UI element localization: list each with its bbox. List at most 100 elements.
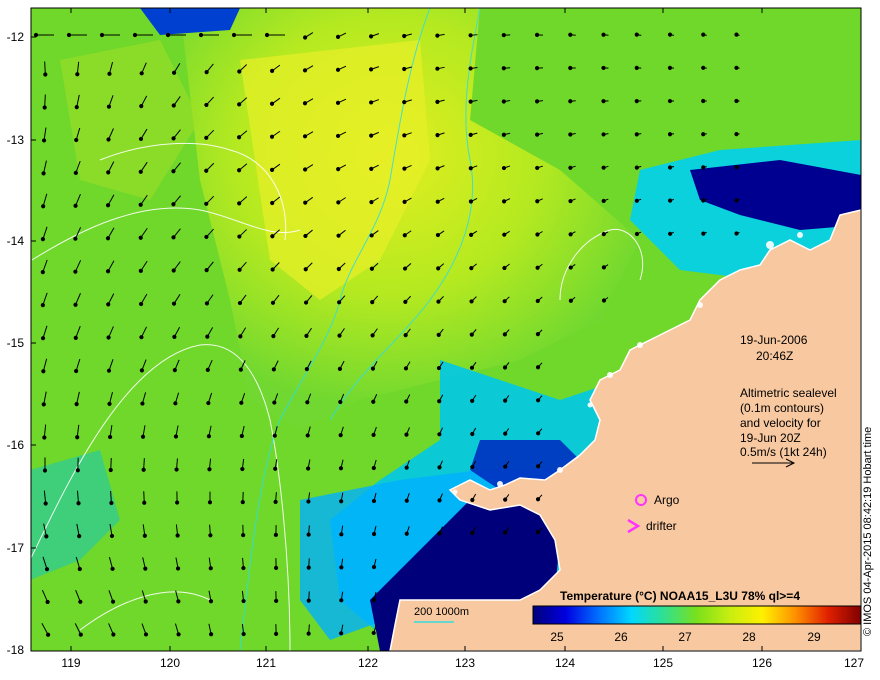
velocity-vector-head bbox=[403, 366, 409, 371]
velocity-vector-head bbox=[402, 233, 407, 238]
velocity-vector-head bbox=[470, 530, 475, 536]
velocity-vector-head bbox=[435, 66, 440, 71]
velocity-vector-head bbox=[171, 103, 176, 108]
velocity-vector-head bbox=[204, 268, 209, 273]
x-tick-label: 121 bbox=[255, 656, 277, 670]
velocity-vector-head bbox=[206, 434, 212, 439]
velocity-vector-head bbox=[701, 98, 706, 104]
velocity-vector-head bbox=[369, 266, 375, 271]
velocity-vector-head bbox=[231, 32, 237, 38]
velocity-vector-head bbox=[274, 598, 279, 603]
velocity-vector-head bbox=[503, 398, 508, 403]
velocity-vector-head bbox=[111, 632, 116, 637]
velocity-vector-head bbox=[535, 365, 541, 370]
velocity-vector-head bbox=[403, 299, 408, 304]
info-line: and velocity for bbox=[740, 416, 821, 430]
velocity-vector-head bbox=[237, 234, 242, 239]
velocity-vector-head bbox=[139, 104, 144, 109]
velocity-vector-head bbox=[306, 631, 311, 636]
x-tick-label: 126 bbox=[751, 656, 773, 670]
velocity-vector-head bbox=[75, 435, 80, 440]
velocity-vector-head bbox=[534, 66, 540, 71]
velocity-vector-head bbox=[107, 434, 113, 440]
velocity-vector-head bbox=[404, 531, 409, 536]
velocity-vector-head bbox=[339, 598, 344, 603]
velocity-vector-head bbox=[143, 632, 149, 637]
x-tick-label: 123 bbox=[454, 656, 476, 670]
velocity-vector-head bbox=[272, 400, 277, 405]
velocity-vector-head bbox=[435, 99, 440, 104]
velocity-vector-head bbox=[535, 265, 540, 270]
velocity-vector-head bbox=[271, 333, 276, 339]
velocity-vector-head bbox=[568, 32, 573, 37]
velocity-vector-head bbox=[404, 432, 409, 437]
velocity-vector-head bbox=[172, 368, 177, 373]
velocity-vector-head bbox=[435, 33, 440, 38]
velocity-vector-head bbox=[41, 402, 46, 407]
velocity-vector-head bbox=[335, 34, 341, 40]
velocity-vector-head bbox=[74, 402, 79, 407]
velocity-vector-head bbox=[634, 132, 639, 137]
velocity-vector-head bbox=[503, 464, 508, 469]
velocity-vector-head bbox=[336, 200, 341, 205]
velocity-vector-head bbox=[240, 466, 245, 472]
velocity-vector-head bbox=[204, 70, 209, 75]
velocity-vector-head bbox=[138, 268, 143, 273]
velocity-vector-head bbox=[171, 235, 176, 240]
velocity-vector-head bbox=[41, 171, 46, 176]
velocity-vector-head bbox=[105, 203, 111, 208]
velocity-vector-head bbox=[73, 203, 78, 208]
velocity-vector-head bbox=[143, 599, 148, 604]
velocity-vector-head bbox=[273, 499, 278, 504]
velocity-vector-head bbox=[204, 234, 209, 240]
velocity-vector-head bbox=[337, 300, 342, 305]
velocity-vector-head bbox=[535, 530, 541, 535]
velocity-vector-head bbox=[270, 300, 276, 305]
y-tick-label: -16 bbox=[6, 438, 24, 452]
velocity-vector-head bbox=[371, 399, 376, 404]
velocity-vector-head bbox=[371, 597, 377, 603]
velocity-vector-head bbox=[33, 32, 39, 38]
velocity-vector-head bbox=[502, 265, 507, 271]
colorbar-tick: 26 bbox=[614, 630, 628, 644]
velocity-vector-head bbox=[208, 533, 213, 538]
velocity-vector-head bbox=[106, 104, 112, 109]
velocity-vector-head bbox=[601, 165, 606, 170]
velocity-vector-head bbox=[667, 165, 673, 170]
velocity-vector-head bbox=[535, 332, 541, 337]
velocity-vector-head bbox=[237, 201, 242, 206]
velocity-vector-head bbox=[634, 99, 639, 104]
velocity-vector-head bbox=[371, 531, 377, 537]
velocity-vector-head bbox=[468, 199, 474, 204]
velocity-vector-head bbox=[132, 32, 138, 38]
velocity-vector-head bbox=[701, 198, 706, 203]
info-line: 19-Jun 20Z bbox=[740, 431, 801, 445]
velocity-vector-head bbox=[469, 365, 475, 370]
velocity-vector-head bbox=[536, 431, 541, 436]
velocity-vector-head bbox=[667, 132, 673, 137]
velocity-vector-head bbox=[204, 168, 209, 173]
velocity-vector-head bbox=[402, 133, 407, 138]
velocity-vector-head bbox=[502, 232, 507, 237]
velocity-vector-head bbox=[109, 533, 115, 539]
velocity-vector-head bbox=[109, 500, 114, 506]
velocity-vector-head bbox=[142, 533, 147, 538]
x-tick-label: 127 bbox=[843, 656, 865, 670]
velocity-vector-head bbox=[501, 132, 506, 137]
velocity-vector-head bbox=[44, 534, 49, 539]
velocity-vector-head bbox=[402, 266, 408, 271]
velocity-vector-head bbox=[338, 433, 343, 438]
velocity-vector-head bbox=[237, 300, 243, 306]
velocity-vector-head bbox=[339, 631, 344, 636]
argo-label: Argo bbox=[654, 493, 680, 507]
velocity-vector-head bbox=[40, 336, 46, 341]
velocity-vector-head bbox=[437, 399, 442, 404]
y-tick-label: -14 bbox=[6, 234, 24, 248]
velocity-vector-head bbox=[237, 168, 242, 173]
velocity-vector-head bbox=[568, 132, 573, 137]
y-tick-label: -13 bbox=[6, 133, 24, 147]
y-tick-label: -15 bbox=[6, 336, 24, 350]
velocity-vector-head bbox=[601, 265, 606, 270]
velocity-vector-head bbox=[501, 66, 506, 71]
velocity-vector-head bbox=[204, 201, 209, 206]
